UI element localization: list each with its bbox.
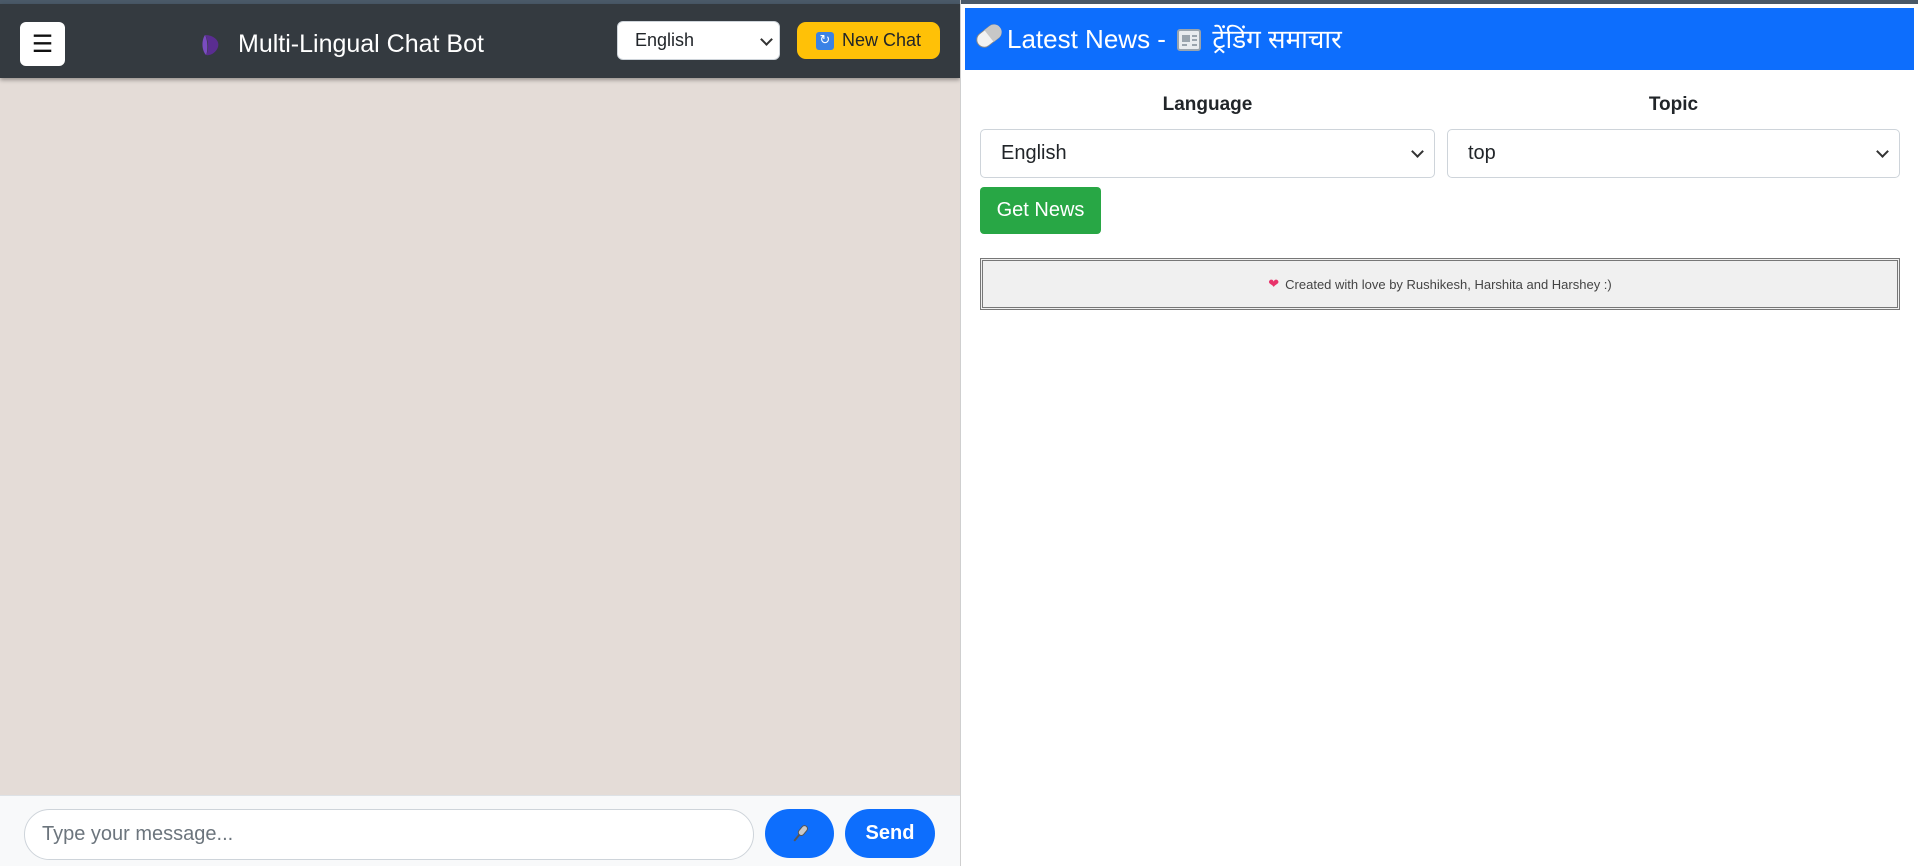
refresh-icon: ↻ <box>815 31 834 50</box>
chevron-down-icon <box>760 33 773 46</box>
new-chat-label: New Chat <box>841 30 922 50</box>
chat-input-bar: Send <box>0 795 960 866</box>
credits-footer: ❤ Created with love by Rushikesh, Harshi… <box>980 258 1900 310</box>
new-chat-button[interactable]: ↻ New Chat <box>797 22 940 59</box>
chat-language-value: English <box>635 30 695 50</box>
menu-button[interactable]: ☰ <box>20 22 65 66</box>
mic-button[interactable] <box>765 809 834 858</box>
news-title: Latest News - ट्रेंडिंग समाचार <box>1007 22 1342 56</box>
heart-icon: ❤ <box>1268 276 1280 292</box>
chat-panel: ☰ Multi-Lingual Chat Bot English ↻ New C… <box>0 4 960 866</box>
news-topic-value: top <box>1468 142 1496 164</box>
menu-icon: ☰ <box>31 30 54 58</box>
topic-label: Topic <box>1648 94 1699 115</box>
language-label: Language <box>1162 94 1253 115</box>
news-header: Latest News - ट्रेंडिंग समाचार <box>965 8 1914 70</box>
get-news-button[interactable]: Get News <box>980 187 1101 234</box>
logo-icon <box>202 35 219 56</box>
message-input[interactable] <box>24 809 754 860</box>
news-panel: Latest News - ट्रेंडिंग समाचार Language … <box>961 4 1918 866</box>
mic-icon <box>792 824 808 842</box>
news-language-value: English <box>1001 142 1067 164</box>
news-title-hindi: ट्रेंडिंग समाचार <box>1212 24 1342 54</box>
chevron-down-icon <box>1876 145 1889 158</box>
send-button[interactable]: Send <box>845 809 935 858</box>
news-topic-select[interactable]: top <box>1447 129 1900 178</box>
app-title: Multi-Lingual Chat Bot <box>238 30 484 58</box>
chat-language-select[interactable]: English <box>617 21 780 60</box>
chevron-down-icon <box>1411 145 1424 158</box>
credits-text: Created with love by Rushikesh, Harshita… <box>1285 276 1612 292</box>
news-title-prefix: Latest News - <box>1007 24 1166 54</box>
news-language-select[interactable]: English <box>980 129 1435 178</box>
pill-icon <box>976 24 1002 48</box>
chat-header: ☰ Multi-Lingual Chat Bot English ↻ New C… <box>0 4 960 78</box>
newspaper-icon <box>1177 29 1202 51</box>
